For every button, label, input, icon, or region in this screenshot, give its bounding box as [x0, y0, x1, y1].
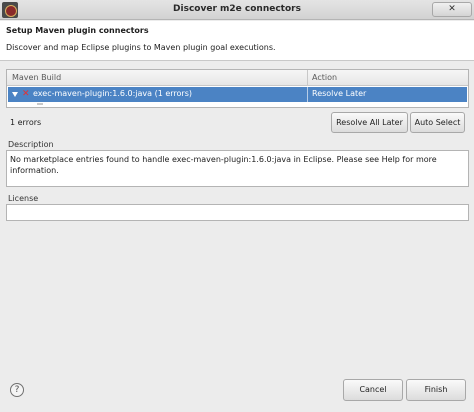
- close-window-button[interactable]: ✕: [432, 2, 472, 17]
- column-header-maven-build[interactable]: Maven Build: [12, 73, 61, 82]
- column-divider[interactable]: [307, 70, 308, 86]
- maven-build-tree[interactable]: Maven Build Action ✕ exec-maven-plugin:1…: [6, 69, 469, 108]
- expand-arrow-icon[interactable]: [12, 92, 18, 97]
- error-icon: ✕: [22, 89, 30, 99]
- child-row-stub: [37, 103, 43, 105]
- description-label: Description: [8, 140, 54, 149]
- window-title: Discover m2e connectors: [173, 4, 301, 14]
- column-header-action[interactable]: Action: [312, 73, 337, 82]
- row-column-divider: [307, 87, 308, 102]
- title-bar: Discover m2e connectors ✕: [0, 0, 474, 20]
- license-label: License: [8, 194, 39, 203]
- tree-row-action[interactable]: Resolve Later: [312, 89, 366, 98]
- dialog-header: Setup Maven plugin connectors Discover a…: [0, 21, 474, 61]
- auto-select-button[interactable]: Auto Select: [410, 112, 465, 133]
- help-icon[interactable]: ?: [10, 383, 24, 397]
- resolve-all-later-button[interactable]: Resolve All Later: [331, 112, 408, 133]
- header-description: Discover and map Eclipse plugins to Mave…: [6, 43, 276, 52]
- header-title: Setup Maven plugin connectors: [6, 26, 149, 35]
- license-text-area[interactable]: [6, 204, 469, 221]
- tree-row-label: exec-maven-plugin:1.6.0:java (1 errors): [33, 89, 192, 98]
- finish-button[interactable]: Finish: [406, 379, 466, 401]
- tree-row[interactable]: ✕ exec-maven-plugin:1.6.0:java (1 errors…: [8, 87, 467, 102]
- cancel-button[interactable]: Cancel: [343, 379, 403, 401]
- error-count: 1 errors: [10, 118, 42, 127]
- description-text-area[interactable]: No marketplace entries found to handle e…: [6, 150, 469, 187]
- tree-header: Maven Build Action: [7, 70, 468, 86]
